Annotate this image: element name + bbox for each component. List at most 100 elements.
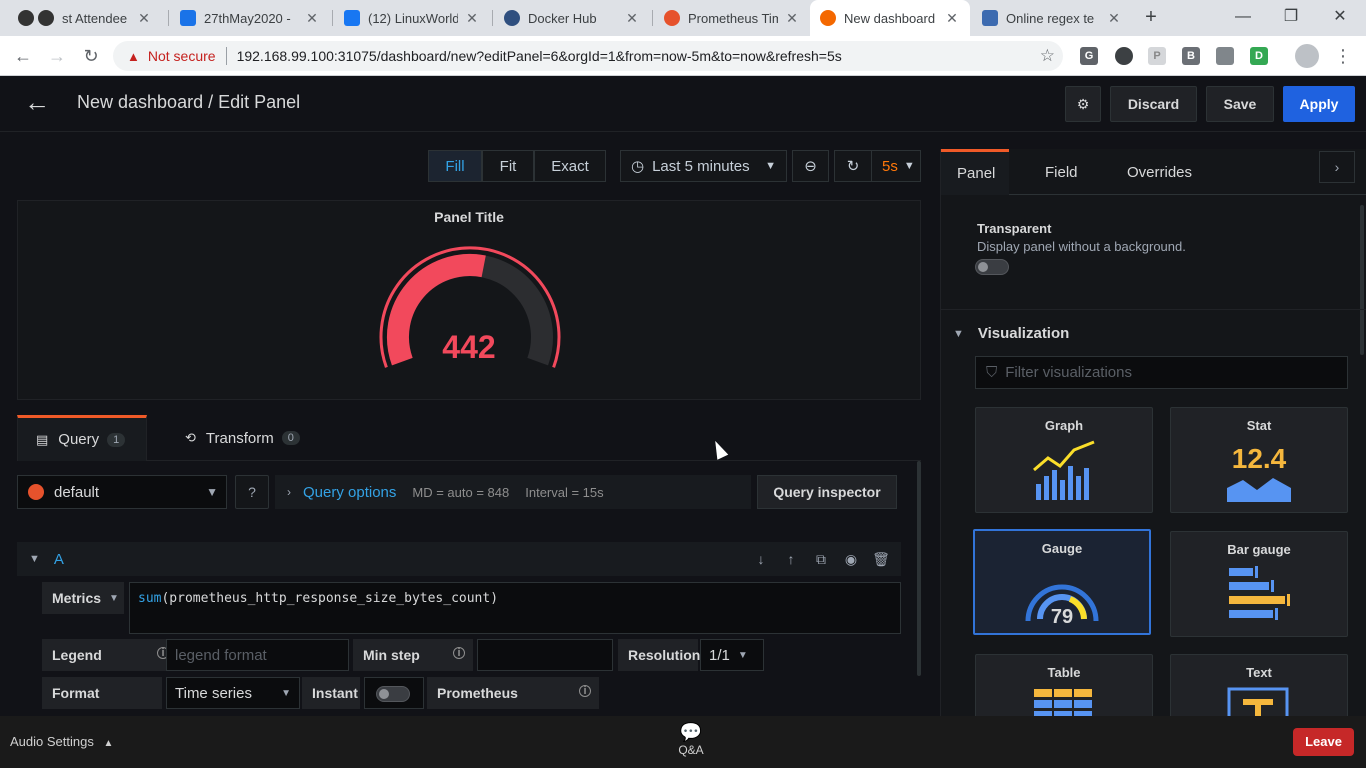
browser-tab-regex[interactable]: Online regex te ✕ [972, 0, 1132, 36]
options-scrollbar[interactable] [1360, 205, 1364, 355]
tab-query[interactable]: ▤ Query 1 [17, 415, 147, 461]
new-tab-button[interactable]: + [1140, 6, 1162, 28]
format-label: Format [52, 685, 100, 701]
url-text[interactable]: 192.168.99.100:31075/dashboard/new?editP… [237, 48, 842, 64]
query-count-badge: 1 [107, 432, 126, 447]
audio-settings-button[interactable]: Audio Settings ▲ [10, 734, 113, 749]
browser-menu-icon[interactable]: ⋮ [1334, 44, 1352, 68]
warning-icon: ▲ [127, 48, 140, 64]
reload-icon[interactable]: ↻ [79, 44, 103, 68]
tab-label: New dashboard [844, 10, 936, 26]
viz-card-gauge[interactable]: Gauge 79 [973, 529, 1151, 635]
eye-icon[interactable]: ◉ [842, 550, 860, 568]
options-tabs: Panel Field Overrides › [941, 149, 1366, 195]
format-select[interactable]: Time series ▼ [166, 677, 300, 709]
forward-icon[interactable]: → [45, 44, 69, 68]
exact-button[interactable]: Exact [534, 150, 606, 182]
close-icon[interactable]: ✕ [784, 10, 800, 27]
zoom-out-icon[interactable]: ⊖ [792, 150, 829, 182]
chat-bubbles-icon: 💬 [679, 722, 703, 742]
back-arrow-icon[interactable]: ← [24, 89, 50, 116]
query-ref-id[interactable]: A [54, 551, 64, 568]
datasource-picker[interactable]: default ▼ [17, 475, 227, 509]
query-scrollbar[interactable] [917, 461, 921, 676]
gauge-value: 442 [442, 329, 496, 365]
duplicate-icon[interactable]: ⧉ [812, 550, 830, 568]
tab-separator [492, 10, 493, 26]
panel-settings-gear-icon[interactable]: ⚙ [1065, 86, 1101, 122]
browser-tab-drive[interactable]: 27thMay2020 - ✕ [170, 0, 330, 36]
query-inspector-button[interactable]: Query inspector [757, 475, 897, 509]
panel-preview[interactable]: Panel Title 442 [17, 200, 921, 400]
close-icon[interactable]: ✕ [304, 10, 320, 27]
extension-cart-icon[interactable] [1216, 47, 1234, 65]
promql-editor[interactable]: sum(prometheus_http_response_size_bytes_… [129, 582, 901, 634]
bookmark-star-icon[interactable]: ☆ [1040, 46, 1055, 66]
instant-toggle[interactable] [376, 686, 410, 702]
move-up-icon[interactable]: ↑ [782, 550, 800, 568]
close-icon[interactable]: ✕ [944, 10, 960, 27]
legend-input[interactable] [166, 639, 349, 671]
facebook-icon [344, 10, 360, 26]
extension-g-icon[interactable]: G [1080, 47, 1098, 65]
qa-button[interactable]: 💬 Q&A [670, 722, 712, 757]
profile-avatar[interactable] [1295, 44, 1319, 68]
refresh-interval-picker[interactable]: 5s ▼ [871, 150, 921, 182]
extension-b-icon[interactable]: B [1182, 47, 1200, 65]
fit-button[interactable]: Fit [482, 150, 534, 182]
address-bar[interactable]: ▲ Not secure 192.168.99.100:31075/dashbo… [113, 41, 1063, 71]
close-icon[interactable]: ✕ [1106, 10, 1122, 27]
chevron-down-icon: ▼ [737, 649, 748, 661]
metrics-dropdown[interactable]: Metrics ▼ [42, 582, 124, 614]
close-icon[interactable]: ✕ [624, 10, 640, 27]
extension-p-icon[interactable]: P [1148, 47, 1166, 65]
viz-card-graph[interactable]: Graph [975, 407, 1153, 513]
shield-icon [38, 10, 54, 26]
extension-d-icon[interactable]: D [1250, 47, 1268, 65]
tab-field[interactable]: Field [1029, 149, 1094, 195]
legend-format-field[interactable] [175, 646, 348, 664]
browser-tab-prometheus[interactable]: Prometheus Tim ✕ [654, 0, 810, 36]
min-step-input[interactable] [477, 639, 613, 671]
help-icon[interactable]: ? [235, 475, 269, 509]
apply-button[interactable]: Apply [1283, 86, 1355, 122]
browser-tab-facebook[interactable]: (12) LinuxWorld ✕ [334, 0, 490, 36]
panel-title[interactable]: Panel Title [18, 209, 920, 225]
query-row-header[interactable]: ▼ A ↓ ↑ ⧉ ◉ 🗑 [17, 542, 901, 576]
restore-icon[interactable]: ❐ [1267, 0, 1315, 36]
refresh-icon[interactable]: ↻ [834, 150, 872, 182]
info-icon[interactable]: i [579, 685, 591, 697]
browser-tab-attendee[interactable]: st Attendee ✕ [8, 0, 162, 36]
minimize-icon[interactable]: — [1219, 0, 1267, 36]
back-icon[interactable]: ← [11, 44, 35, 68]
discard-button[interactable]: Discard [1110, 86, 1197, 122]
move-down-icon[interactable]: ↓ [752, 550, 770, 568]
tab-transform[interactable]: ⟲ Transform 0 [167, 415, 318, 461]
query-options[interactable]: › Query options MD = auto = 848 Interval… [275, 475, 751, 509]
visualization-filter[interactable]: ⛉ Filter visualizations [975, 356, 1348, 389]
transparent-toggle[interactable] [975, 259, 1009, 275]
extension-circle-icon[interactable] [1115, 47, 1133, 65]
chevron-down-icon[interactable]: ▼ [29, 553, 40, 565]
save-button[interactable]: Save [1206, 86, 1274, 122]
close-icon[interactable]: ✕ [464, 10, 480, 27]
leave-button[interactable]: Leave [1293, 728, 1354, 756]
trash-icon[interactable]: 🗑 [872, 550, 890, 568]
close-icon[interactable]: ✕ [136, 10, 152, 27]
tab-panel[interactable]: Panel [941, 149, 1009, 195]
resolution-select[interactable]: 1/1 ▼ [700, 639, 764, 671]
window-close-icon[interactable]: ✕ [1316, 0, 1364, 36]
viz-card-stat[interactable]: Stat 12.4 [1170, 407, 1348, 513]
time-range-label: Last 5 minutes [652, 157, 750, 175]
viz-card-bar-gauge[interactable]: Bar gauge [1170, 531, 1348, 637]
tab-overrides[interactable]: Overrides [1111, 149, 1208, 195]
browser-tab-docker[interactable]: Docker Hub ✕ [494, 0, 650, 36]
promql-expression: (prometheus_http_response_size_bytes_cou… [161, 591, 499, 606]
browser-tab-grafana-active[interactable]: New dashboard ✕ [810, 0, 970, 36]
visualization-section-header[interactable]: ▼ Visualization [953, 325, 1069, 342]
info-icon[interactable]: i [453, 647, 465, 659]
fill-button[interactable]: Fill [428, 150, 482, 182]
time-range-picker[interactable]: ◷ Last 5 minutes ▼ [620, 150, 787, 182]
chevron-right-icon[interactable]: › [1319, 151, 1355, 183]
not-secure-label[interactable]: Not secure [148, 48, 216, 64]
